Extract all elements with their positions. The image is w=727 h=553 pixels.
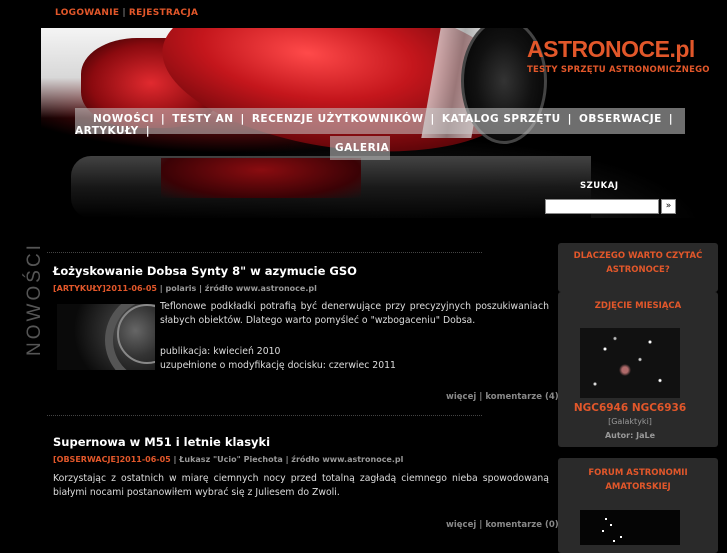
divider: [47, 252, 482, 253]
photo-author: Autor: JaLe: [604, 431, 656, 440]
why-read-box[interactable]: DLACZEGO WARTO CZYTAĆ ASTRONOCE?: [558, 243, 718, 292]
link-separator: |: [122, 8, 126, 18]
logo-tagline: TESTY SPRZĘTU ASTRONOMICZNEGO: [527, 65, 710, 75]
links-separator: |: [479, 392, 483, 402]
nav-separator: |: [567, 113, 572, 125]
telescope-reflection-red: [161, 158, 361, 198]
site-logo[interactable]: ASTRONOCE.pl TESTY SPRZĘTU ASTRONOMICZNE…: [527, 36, 710, 75]
article-meta: [OBSERWACJE]2011-06-05 | Łukasz "Ucio" P…: [53, 455, 403, 464]
article-date: 2011-06-05: [105, 284, 157, 293]
forum-title: FORUM ASTRONOMII AMATORSKIEJ: [588, 468, 688, 492]
article-meta: [ARTYKUŁY]2011-06-05 | polaris | źródło …: [53, 284, 317, 293]
article-title[interactable]: Supernowa w M51 i letnie klasyki: [53, 435, 270, 449]
nav-separator: |: [668, 113, 674, 125]
article-published: publikacja: kwiecień 2010: [160, 346, 281, 357]
nav-item-testy-an[interactable]: TESTY AN: [172, 113, 233, 125]
more-link[interactable]: więcej: [446, 392, 476, 402]
photo-category: [Galaktyki]: [608, 417, 652, 426]
more-link[interactable]: więcej: [446, 520, 476, 530]
top-bar: LOGOWANIE | REJESTRACJA: [0, 0, 727, 26]
nav-separator: |: [430, 113, 435, 125]
main-nav: NOWOŚCI | TESTY AN | RECENZJE UŻYTKOWNIKÓW | K…: [75, 113, 685, 137]
article-updated: uzupełnione o modyfikację docisku: czerw…: [160, 360, 396, 371]
search-button[interactable]: »: [661, 199, 676, 214]
comments-link[interactable]: komentarze (4): [485, 392, 558, 402]
nav-separator: |: [240, 113, 245, 125]
nav-item-galeria[interactable]: GALERIA: [335, 142, 389, 154]
article-date: 2011-06-05: [119, 455, 171, 464]
nav-item-artykuly[interactable]: ARTYKUŁY: [75, 125, 139, 137]
article-author: polaris: [165, 284, 197, 293]
nav-item-obserwacje[interactable]: OBSERWACJE: [579, 113, 662, 125]
divider: [47, 415, 482, 416]
photo-of-month-image[interactable]: [580, 328, 680, 398]
article-source: źródło www.astronoce.pl: [204, 284, 317, 293]
why-read-title: DLACZEGO WARTO CZYTAĆ ASTRONOCE?: [573, 251, 703, 275]
logo-name: ASTRONOCE.pl: [527, 36, 695, 62]
article-links: więcej | komentarze (0): [446, 520, 559, 530]
meta-separator: |: [196, 284, 205, 293]
login-link[interactable]: LOGOWANIE: [55, 8, 119, 18]
photo-of-month-title: ZDJĘCIE MIESIĄCA: [594, 301, 682, 311]
search-input[interactable]: [545, 199, 659, 214]
article-category[interactable]: [ARTYKUŁY]: [53, 284, 106, 293]
nav-item-recenzje[interactable]: RECENZJE UŻYTKOWNIKÓW: [252, 113, 424, 125]
search-label: SZUKAJ: [580, 181, 619, 191]
forum-image[interactable]: [580, 510, 680, 545]
links-separator: |: [479, 520, 483, 530]
article-author: Łukasz "Ucio" Piechota: [179, 455, 283, 464]
section-label-text: NOWOŚCI: [23, 242, 45, 356]
nav-item-galeria-box: GALERIA: [330, 136, 390, 160]
photo-name[interactable]: NGC6946 NGC6936: [558, 402, 702, 414]
article-category[interactable]: [OBSERWACJE]: [53, 455, 120, 464]
article-links: więcej | komentarze (4): [446, 392, 559, 402]
account-links: LOGOWANIE | REJESTRACJA: [55, 8, 198, 18]
nav-separator: |: [145, 125, 151, 137]
nav-separator: |: [160, 113, 166, 125]
nav-item-nowosci[interactable]: NOWOŚCI: [93, 113, 154, 125]
meta-separator: |: [170, 455, 180, 464]
register-link[interactable]: REJESTRACJA: [129, 8, 198, 18]
article-excerpt: Teflonowe podkładki potrafią być denerwu…: [160, 301, 549, 326]
article-source: źródło www.astronoce.pl: [291, 455, 404, 464]
comments-link[interactable]: komentarze (0): [485, 520, 558, 530]
article-excerpt: Korzystając z ostatnich w miarę ciemnych…: [53, 473, 549, 498]
section-label: NOWOŚCI: [18, 240, 45, 360]
article-thumbnail[interactable]: [57, 304, 155, 370]
article-title[interactable]: Łożyskowanie Dobsa Synty 8" w azymucie G…: [53, 264, 357, 278]
nav-item-katalog[interactable]: KATALOG SPRZĘTU: [442, 113, 561, 125]
